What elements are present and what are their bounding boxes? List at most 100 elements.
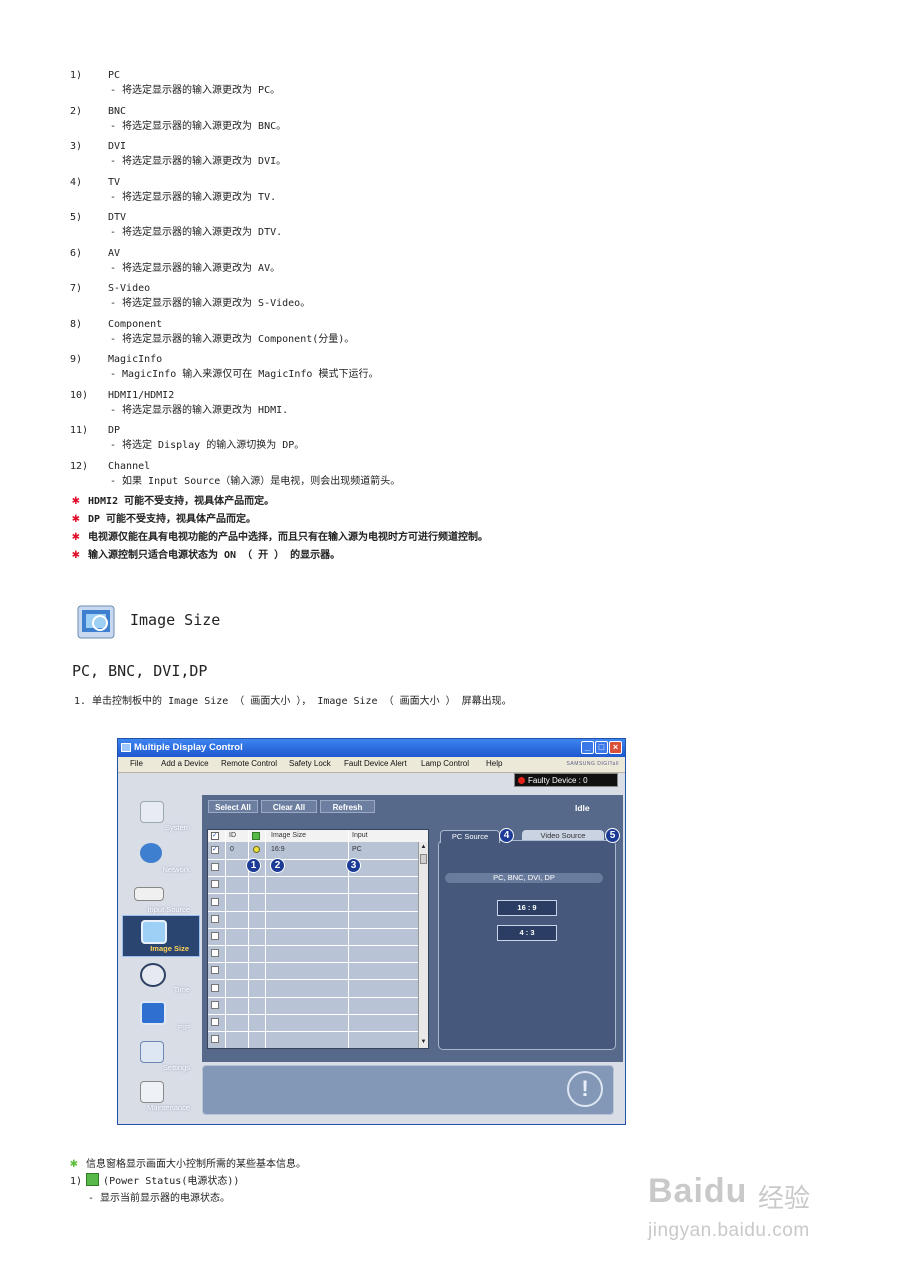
red-star-icon: ✱: [72, 493, 80, 508]
nav-settings[interactable]: Settings: [122, 1037, 200, 1075]
title-bar: Multiple Display Control _ □ ×: [118, 739, 625, 757]
menu-help[interactable]: Help: [486, 759, 502, 768]
clock-icon: [140, 963, 166, 987]
network-icon: [140, 843, 162, 863]
cell-input: PC: [352, 846, 362, 853]
source-list-item: 7) S-Video - 将选定显示器的输入源更改为 S-Video。: [70, 283, 311, 309]
row-checkbox[interactable]: [211, 897, 219, 906]
table-header: ✓ ID Image Size Input: [208, 830, 428, 842]
note-item: ✱ HDMI2 可能不受支持，视具体产品而定。: [72, 493, 275, 508]
clear-all-button[interactable]: Clear All: [261, 800, 317, 813]
nav-input-source[interactable]: Input Source: [122, 879, 200, 917]
note-item: ✱ 输入源控制只适合电源状态为 ON （ 开 ） 的显示器。: [72, 547, 341, 562]
menu-remote-control[interactable]: Remote Control: [221, 759, 277, 768]
table-row[interactable]: [208, 945, 418, 964]
aspect-4-3-button[interactable]: 4 : 3: [497, 925, 557, 941]
select-all-checkbox[interactable]: ✓: [211, 832, 219, 840]
table-row[interactable]: [208, 894, 418, 912]
left-nav: System Network Input Source Image Size T…: [118, 773, 202, 1124]
close-button[interactable]: ×: [609, 741, 622, 754]
source-list-item: 3) DVI - 将选定显示器的输入源更改为 DVI。: [70, 141, 287, 167]
system-icon: [140, 801, 164, 823]
refresh-button[interactable]: Refresh: [320, 800, 375, 813]
display-table: ✓ ID Image Size Input ▲ ▼ ✓ 0 16:9 PC: [207, 829, 429, 1049]
settings-icon: [140, 1041, 164, 1063]
row-checkbox[interactable]: [211, 863, 219, 872]
row-checkbox[interactable]: [211, 1035, 219, 1044]
scroll-down-icon[interactable]: ▼: [420, 1038, 427, 1047]
source-list-item: 8) Component - 将选定显示器的输入源更改为 Component(分量)…: [70, 318, 355, 345]
cell-image-size: 16:9: [271, 846, 285, 853]
nav-maintenance[interactable]: Maintenance: [122, 1077, 200, 1115]
table-scrollbar[interactable]: ▲ ▼: [418, 842, 428, 1048]
table-row[interactable]: [208, 1031, 418, 1048]
select-all-button[interactable]: Select All: [208, 800, 258, 813]
row-checkbox[interactable]: [211, 932, 219, 940]
row-checkbox[interactable]: [211, 983, 219, 992]
nav-network[interactable]: Network: [122, 839, 200, 877]
note-item: ✱ 电视源仅能在具有电视功能的产品中选择，而且只有在输入源为电视时方可进行频道控制…: [72, 529, 488, 544]
mdc-window: Multiple Display Control _ □ × File Add …: [117, 738, 626, 1125]
footer-info: ✱ 信息窗格显示画面大小控制所需的某些基本信息。 1) (Power Status(…: [70, 1155, 306, 1207]
table-row[interactable]: [208, 980, 418, 998]
power-status-item: 1) (Power Status(电源状态)): [70, 1173, 306, 1190]
pc-source-panel: PC, BNC, DVI, DP 16 : 9 4 : 3: [438, 840, 616, 1050]
power-status-icon: [86, 1173, 100, 1186]
maximize-button[interactable]: □: [595, 741, 608, 754]
faulty-device-indicator: Faulty Device : 0: [514, 773, 618, 787]
table-row[interactable]: [208, 997, 418, 1015]
nav-time[interactable]: Time: [122, 959, 200, 997]
aspect-16-9-button[interactable]: 16 : 9: [497, 900, 557, 916]
pip-icon: [140, 1001, 166, 1025]
source-group-label: PC, BNC, DVI, DP: [445, 873, 603, 883]
col-input: Input: [352, 832, 368, 839]
row-checkbox[interactable]: [211, 966, 219, 975]
row-checkbox[interactable]: [211, 880, 219, 889]
table-row[interactable]: [208, 928, 418, 946]
callout-badge-2: 2: [270, 858, 285, 873]
menu-fault-device-alert[interactable]: Fault Device Alert: [344, 759, 407, 768]
table-row[interactable]: [208, 911, 418, 929]
callout-badge-4: 4: [499, 828, 514, 843]
table-row[interactable]: ✓ 0 16:9 PC: [208, 842, 418, 860]
source-list-item: 9) MagicInfo - MagicInfo 输入来源仅可在 MagicInfo…: [70, 354, 379, 380]
row-checkbox[interactable]: [211, 1000, 219, 1009]
table-row[interactable]: [208, 962, 418, 981]
tab-pc-source[interactable]: PC Source: [440, 830, 500, 843]
source-list-item: 11) DP - 将选定 Display 的输入源切换为 DP。: [70, 425, 305, 451]
menu-safety-lock[interactable]: Safety Lock: [289, 759, 331, 768]
col-image-size: Image Size: [271, 832, 307, 839]
row-checkbox[interactable]: ✓: [211, 846, 219, 854]
section-title: Image Size: [130, 611, 221, 629]
power-status-icon: [252, 832, 260, 840]
red-star-icon: ✱: [72, 511, 80, 526]
table-row[interactable]: [208, 1014, 418, 1032]
menu-lamp-control[interactable]: Lamp Control: [421, 759, 469, 768]
minimize-button[interactable]: _: [581, 741, 594, 754]
source-list-item: 2) BNC - 将选定显示器的输入源更改为 BNC。: [70, 105, 287, 132]
row-checkbox[interactable]: [211, 949, 219, 958]
row-checkbox[interactable]: [211, 914, 219, 923]
table-row[interactable]: [208, 859, 418, 878]
input-source-icon: [134, 887, 164, 901]
info-pane: !: [202, 1065, 614, 1115]
scroll-up-icon[interactable]: ▲: [420, 843, 427, 852]
maintenance-icon: [140, 1081, 164, 1103]
callout-badge-1: 1: [246, 858, 261, 873]
table-row[interactable]: [208, 876, 418, 895]
scroll-thumb[interactable]: [420, 854, 427, 864]
power-status-desc: - 显示当前显示器的电源状态。: [88, 1193, 231, 1204]
row-checkbox[interactable]: [211, 1018, 219, 1026]
window-title: Multiple Display Control: [134, 742, 243, 753]
image-size-pane: Select All Clear All Refresh Idle ✓ ID I…: [202, 795, 623, 1062]
nav-system[interactable]: System: [122, 797, 200, 835]
menu-file[interactable]: File: [130, 759, 143, 768]
menu-add-device[interactable]: Add a Device: [161, 759, 209, 768]
source-list-item: 1) PC - 将选定显示器的输入源更改为 PC。: [70, 70, 281, 96]
step-text: 1. 单击控制板中的 Image Size （ 画面大小 ）， Image Si…: [74, 696, 512, 707]
nav-image-size[interactable]: Image Size: [122, 915, 200, 957]
col-id: ID: [229, 832, 236, 839]
source-list: 1) PC - 将选定显示器的输入源更改为 PC。 2) BNC - 将选定显示器的输入源…: [70, 68, 850, 494]
red-star-icon: ✱: [72, 529, 80, 544]
nav-pip[interactable]: PIP: [122, 997, 200, 1035]
